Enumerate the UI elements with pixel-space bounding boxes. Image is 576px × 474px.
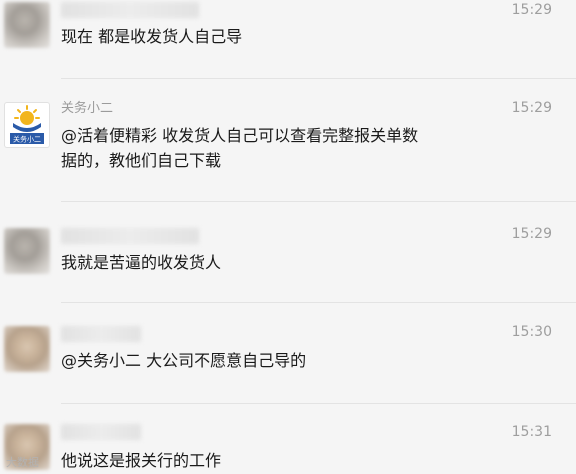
divider (61, 403, 576, 404)
message-time: 15:29 (511, 2, 552, 18)
sender-name-blurred (61, 326, 141, 342)
message-time: 15:29 (511, 100, 552, 116)
message-text: 我就是苦逼的收发货人 (61, 253, 222, 272)
watermark: 大数据 (6, 456, 39, 469)
divider (61, 201, 576, 202)
message-text: @关务小二 大公司不愿意自己导的 (61, 351, 307, 370)
chat-message: 15:29 我就是苦逼的收发货人 (0, 224, 576, 296)
avatar[interactable] (4, 326, 50, 372)
message-text: 他说这是报关行的工作 (61, 451, 222, 470)
chat-message: 15:29 现在 都是收发货人自己导 (0, 0, 576, 72)
message-time: 15:29 (511, 226, 552, 242)
chat-message: 关务小二 关务小二 15:29 @活着便精彩 收发货人自己可以查看完整报关单数 … (0, 96, 576, 196)
sender-name-blurred (61, 228, 199, 244)
chat-message: 15:30 @关务小二 大公司不愿意自己导的 (0, 322, 576, 394)
message-text: @活着便精彩 收发货人自己可以查看完整报关单数 据的，教他们自己下载 (61, 123, 501, 173)
svg-text:关务小二: 关务小二 (13, 135, 41, 144)
message-time: 15:31 (511, 424, 552, 440)
sender-name-blurred (61, 2, 199, 18)
message-time: 15:30 (511, 324, 552, 340)
chat-message: 15:31 他说这是报关行的工作 (0, 420, 576, 474)
divider (61, 78, 576, 79)
sender-name-blurred (61, 424, 141, 440)
avatar[interactable]: 关务小二 (4, 102, 50, 148)
avatar[interactable] (4, 2, 50, 48)
sender-name: 关务小二 (61, 101, 114, 116)
message-text-line: @活着便精彩 收发货人自己可以查看完整报关单数 (61, 126, 419, 145)
divider (61, 302, 576, 303)
guanwu-logo-icon: 关务小二 (10, 105, 44, 144)
avatar[interactable] (4, 228, 50, 274)
message-text-line: 据的，教他们自己下载 (61, 151, 222, 170)
message-text: 现在 都是收发货人自己导 (61, 27, 243, 46)
